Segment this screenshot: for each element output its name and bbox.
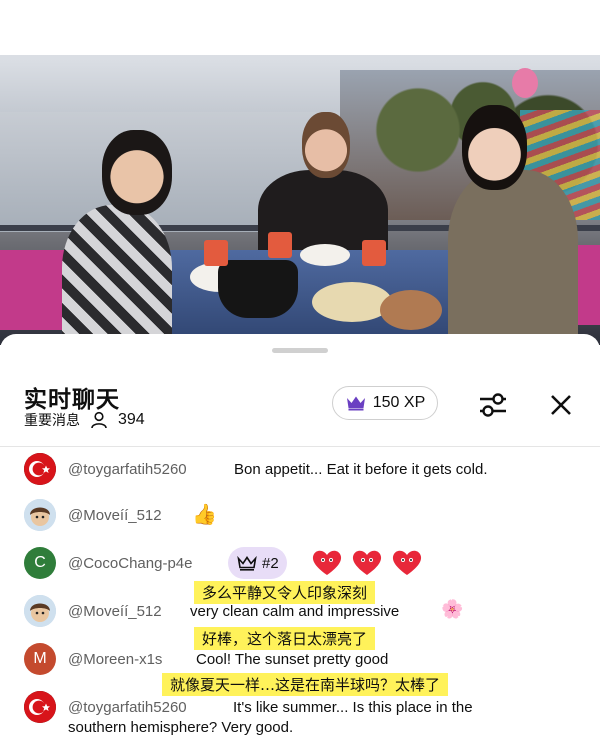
translation-caption: 多么平静又令人印象深刻 — [194, 581, 376, 604]
message-text: Cool! The sunset pretty good — [196, 651, 389, 668]
octopus-heart-sticker-icon — [352, 550, 382, 575]
video-person-left-body — [62, 205, 172, 345]
avatar[interactable] — [24, 453, 56, 485]
live-video-player[interactable] — [0, 0, 600, 345]
translation-caption: 就像夏天一样…这是在南半球吗？太棒了 — [162, 673, 449, 696]
avatar[interactable]: M — [24, 643, 56, 675]
viewer-count: 394 — [118, 411, 145, 428]
cartoon-avatar-icon — [24, 595, 56, 627]
video-person-left-head — [102, 130, 172, 215]
message-author[interactable]: @toygarfatih5260 — [68, 699, 187, 716]
video-fried-rice-plate — [312, 282, 392, 322]
message-author[interactable]: @toygarfatih5260 — [68, 461, 187, 478]
member-badge[interactable]: #2 — [228, 547, 287, 579]
avatar-letter: C — [34, 554, 46, 571]
person-icon — [90, 411, 108, 429]
translation-caption: 好棒，这个落日太漂亮了 — [194, 627, 376, 650]
close-icon[interactable] — [546, 390, 576, 420]
video-person-center-head — [302, 112, 350, 178]
filter-settings-icon[interactable] — [476, 390, 510, 420]
chat-subline: 重要消息 394 — [24, 410, 145, 430]
video-cup — [362, 240, 386, 266]
message-author[interactable]: @Moveíí_512 — [68, 603, 162, 620]
xp-label: 150 XP — [372, 394, 426, 411]
cherry-blossom-icon: 🌸 — [441, 599, 464, 619]
video-top-letterbox — [0, 0, 600, 55]
message-text: It's like summer... Is this place in the — [233, 699, 473, 716]
cartoon-avatar-icon — [24, 499, 56, 531]
message-text: Bon appetit... Eat it before it gets col… — [234, 461, 488, 478]
video-balloon-decoration — [512, 68, 538, 98]
message-author[interactable]: @Moveíí_512 — [68, 507, 162, 524]
message-author[interactable]: @CocoChang-p4e — [68, 555, 192, 572]
avatar-letter: M — [33, 650, 47, 667]
badge-rank: #2 — [262, 554, 279, 572]
octopus-heart-sticker-icon — [392, 550, 422, 575]
video-clay-pot — [218, 260, 298, 318]
live-chat-sheet: 实时聊天 重要消息 394 150 XP @toygarfatih5260 Bo… — [0, 334, 600, 750]
video-person-right-body — [448, 170, 578, 345]
avatar[interactable] — [24, 595, 56, 627]
video-dessert-bowl — [380, 290, 442, 330]
crown-icon — [345, 395, 367, 411]
drag-handle[interactable] — [272, 348, 328, 353]
crown-outline-icon — [237, 555, 257, 571]
video-bowl — [300, 244, 350, 266]
xp-button[interactable]: 150 XP — [332, 386, 438, 420]
thumbs-up-icon: 👍 — [192, 504, 217, 526]
chat-message-list[interactable]: @toygarfatih5260 Bon appetit... Eat it b… — [0, 447, 600, 750]
message-text-continued: southern hemisphere? Very good. — [68, 719, 294, 736]
octopus-heart-sticker-icon — [312, 550, 342, 575]
avatar[interactable] — [24, 691, 56, 723]
chat-title: 实时聊天 — [24, 387, 120, 413]
turkish-flag-icon — [24, 453, 56, 485]
turkish-flag-icon — [24, 691, 56, 723]
avatar[interactable]: C — [24, 547, 56, 579]
avatar[interactable] — [24, 499, 56, 531]
chat-mode-selector[interactable]: 重要消息 — [24, 410, 80, 430]
message-author[interactable]: @Moreen-x1s — [68, 651, 162, 668]
video-cup — [204, 240, 228, 266]
video-person-right-head — [462, 105, 527, 190]
message-text: very clean calm and impressive — [190, 603, 400, 620]
video-cup — [268, 232, 292, 258]
